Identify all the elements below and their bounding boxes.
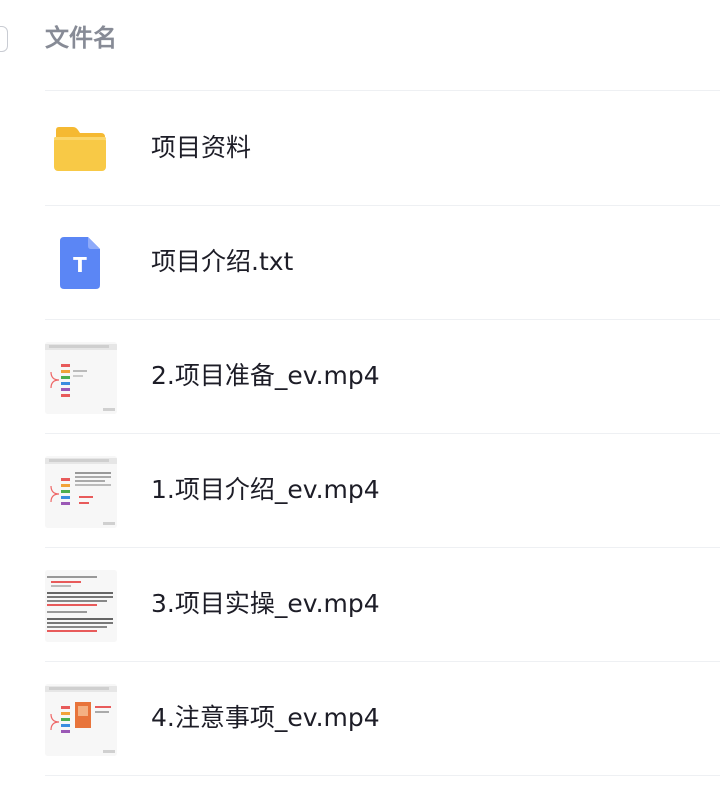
txt-icon-letter: T bbox=[73, 253, 87, 277]
file-row-video[interactable]: 4.注意事项_ev.mp4 bbox=[0, 662, 720, 776]
video-thumbnail bbox=[45, 570, 117, 642]
video-thumbnail bbox=[45, 342, 117, 414]
file-name[interactable]: 1.项目介绍_ev.mp4 bbox=[151, 473, 380, 507]
file-name[interactable]: 项目资料 bbox=[151, 131, 251, 165]
file-name[interactable]: 3.项目实操_ev.mp4 bbox=[151, 587, 380, 621]
select-all-checkbox[interactable] bbox=[0, 26, 8, 52]
video-thumbnail bbox=[45, 456, 117, 528]
file-name[interactable]: 4.注意事项_ev.mp4 bbox=[151, 701, 380, 735]
file-row-txt[interactable]: T 项目介绍.txt bbox=[0, 206, 720, 320]
folder-icon bbox=[52, 126, 108, 172]
file-row-video[interactable]: 3.项目实操_ev.mp4 bbox=[0, 548, 720, 662]
row-divider bbox=[45, 775, 720, 776]
file-name[interactable]: 2.项目准备_ev.mp4 bbox=[151, 359, 380, 393]
video-thumbnail bbox=[45, 684, 117, 756]
file-name[interactable]: 项目介绍.txt bbox=[151, 245, 293, 279]
txt-file-icon: T bbox=[59, 236, 101, 290]
file-row-video[interactable]: 1.项目介绍_ev.mp4 bbox=[0, 434, 720, 548]
file-row-video[interactable]: 2.项目准备_ev.mp4 bbox=[0, 320, 720, 434]
column-header-filename[interactable]: 文件名 bbox=[45, 22, 117, 54]
file-list-page: 文件名 项目资料 T 项目介绍.txt 2.项目准备_ev.mp4 1.项目介绍… bbox=[0, 0, 720, 786]
file-row-folder[interactable]: 项目资料 bbox=[0, 92, 720, 206]
file-list-header: 文件名 bbox=[0, 0, 720, 78]
row-divider bbox=[45, 90, 720, 91]
